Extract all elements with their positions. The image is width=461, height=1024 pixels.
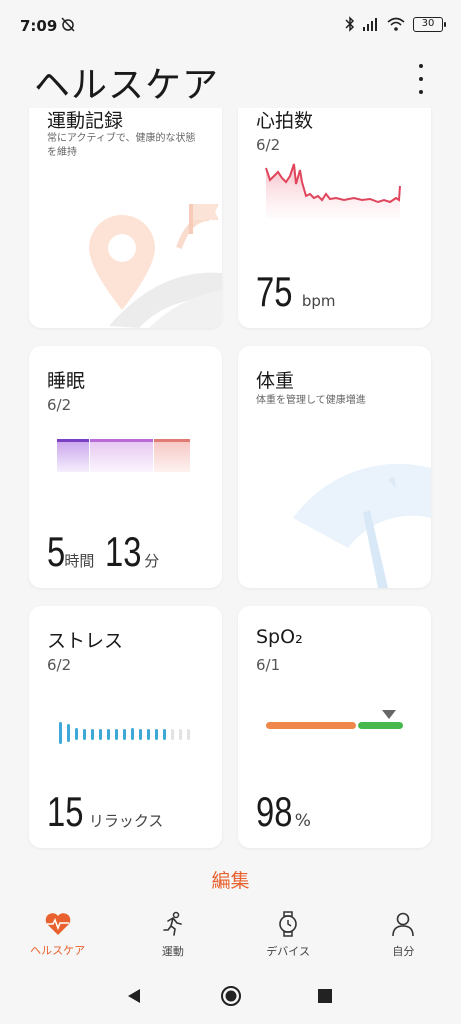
status-icons: 30 [345, 16, 446, 32]
heart-rate-sparkline [265, 163, 401, 218]
card-title: SpO₂ [256, 626, 303, 648]
spo2-gauge [266, 710, 403, 729]
card-title: 心拍数 [256, 110, 314, 132]
watch-icon [279, 911, 297, 937]
nav-item-me[interactable]: 自分 [346, 902, 461, 968]
battery-indicator: 30 [413, 16, 446, 32]
app-header: ヘルスケア [0, 50, 461, 108]
signal-icon [363, 18, 377, 31]
card-date: 6/2 [256, 136, 281, 154]
card-title: 体重 [256, 370, 295, 392]
more-menu-button[interactable] [411, 64, 431, 94]
sleep-chart [57, 439, 190, 472]
heart-rate-card[interactable]: 心拍数 6/2 75 bpm [238, 88, 431, 328]
wifi-icon [387, 17, 405, 31]
bluetooth-icon [345, 16, 355, 32]
card-title: 睡眠 [47, 370, 86, 392]
nav-item-device[interactable]: デバイス [231, 902, 346, 968]
recents-icon[interactable] [318, 989, 332, 1003]
status-time: 7:09 [20, 17, 58, 35]
status-bar: 7:09 30 [0, 0, 461, 50]
card-date: 6/2 [47, 396, 72, 414]
activity-illustration [89, 204, 222, 328]
bottom-navigation: ヘルスケア 運動 デバイス 自分 [0, 902, 461, 968]
nav-item-healthcare[interactable]: ヘルスケア [0, 902, 115, 968]
back-icon[interactable] [126, 988, 142, 1004]
page-title: ヘルスケア [34, 65, 220, 106]
nav-item-exercise[interactable]: 運動 [115, 902, 230, 968]
sleep-card[interactable]: 睡眠 6/2 5時間 13 分 [29, 346, 222, 588]
nav-label: 自分 [392, 945, 415, 958]
nav-label: デバイス [266, 945, 310, 958]
spo2-card[interactable]: SpO₂ 6/1 98% [238, 606, 431, 848]
sleep-duration: 5時間 13 分 [47, 528, 160, 575]
card-description: 常にアクティブで、健康的な状態 を維持 [47, 133, 196, 158]
stress-chart [59, 722, 190, 744]
activity-card[interactable]: 運動記録 常にアクティブで、健康的な状態 を維持 [29, 88, 222, 328]
person-icon [392, 912, 415, 937]
card-date: 6/2 [47, 656, 72, 674]
alarm-off-icon [61, 17, 75, 32]
edit-button[interactable]: 編集 [0, 866, 461, 893]
stress-card[interactable]: ストレス 6/2 15 リラックス [29, 606, 222, 848]
nav-label: 運動 [161, 945, 184, 958]
card-date: 6/1 [256, 656, 281, 674]
stress-value: 15 リラックス [47, 788, 164, 835]
system-navigation-bar [0, 968, 461, 1024]
card-title: ストレス [47, 630, 124, 652]
spo2-value: 98% [256, 788, 311, 835]
nav-label: ヘルスケア [30, 944, 86, 957]
card-description: 体重を管理して健康増進 [256, 395, 366, 406]
heart-pulse-icon [45, 913, 70, 935]
heart-rate-value: 75 bpm [256, 268, 336, 315]
weight-gauge-illustration [293, 463, 431, 588]
card-title: 運動記録 [47, 110, 124, 132]
weight-card[interactable]: 体重 体重を管理して健康増進 [238, 346, 431, 588]
home-icon[interactable] [220, 985, 242, 1007]
running-icon [163, 911, 182, 936]
